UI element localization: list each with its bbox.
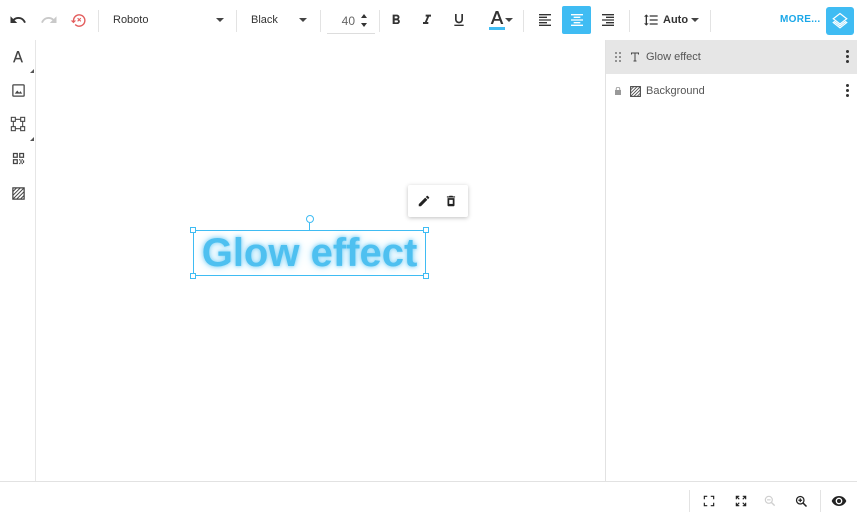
more-button[interactable]: MORE... xyxy=(780,14,820,25)
bottom-bar xyxy=(0,481,857,520)
submenu-corner-icon xyxy=(30,137,34,141)
font-family-value: Roboto xyxy=(113,14,149,26)
text-color-button[interactable] xyxy=(479,6,515,34)
line-height-value: Auto xyxy=(663,14,689,26)
image-tool-icon xyxy=(11,83,25,97)
zoom-out-button[interactable] xyxy=(761,492,779,510)
shape-tool-icon xyxy=(10,116,26,132)
chevron-down-icon xyxy=(691,18,699,22)
rotation-handle[interactable] xyxy=(306,215,314,223)
add-text-tool[interactable] xyxy=(9,48,27,66)
italic-icon xyxy=(423,14,431,24)
drag-handle-icon[interactable] xyxy=(615,52,621,62)
layer-name: Background xyxy=(646,85,705,97)
layers-icon xyxy=(832,12,848,29)
preview-button[interactable] xyxy=(830,492,848,510)
font-size-value: 40 xyxy=(341,14,355,28)
selection-floating-toolbar xyxy=(408,185,468,217)
qr-code-icon xyxy=(12,152,24,164)
undo-icon xyxy=(10,16,26,23)
layers-toggle-button[interactable] xyxy=(826,7,854,35)
resize-handle-top-left[interactable] xyxy=(190,227,196,233)
zoom-to-fit-button[interactable] xyxy=(732,492,750,510)
underline-icon xyxy=(454,14,464,26)
tool-rail xyxy=(0,40,36,481)
expand-icon xyxy=(735,495,747,507)
layers-panel: Glow effect Background xyxy=(605,40,857,481)
trash-icon xyxy=(446,195,456,207)
italic-button[interactable] xyxy=(415,6,439,34)
more-options-icon[interactable] xyxy=(846,50,850,64)
background-tool[interactable] xyxy=(9,184,27,202)
add-qr-code-tool[interactable] xyxy=(9,149,27,167)
zoom-out-icon xyxy=(764,495,776,507)
top-toolbar: Roboto Black 40 Auto MORE... xyxy=(0,0,857,40)
underline-button[interactable] xyxy=(447,6,471,34)
add-image-tool[interactable] xyxy=(9,81,27,99)
resize-handle-top-right[interactable] xyxy=(423,227,429,233)
text-color-icon xyxy=(489,11,505,30)
font-weight-dropdown[interactable]: Black xyxy=(251,8,307,32)
add-shape-tool[interactable] xyxy=(9,115,27,133)
rotation-handle-stem xyxy=(309,223,310,230)
align-left-icon xyxy=(539,14,551,26)
lock-icon xyxy=(615,87,621,95)
font-family-dropdown[interactable]: Roboto xyxy=(113,8,224,32)
bold-button[interactable] xyxy=(384,6,408,34)
chevron-down-icon xyxy=(505,18,513,22)
chevron-down-icon xyxy=(216,18,224,22)
align-center-icon xyxy=(570,14,583,26)
background-icon xyxy=(628,84,642,98)
decrement-arrow-icon[interactable] xyxy=(361,23,367,27)
resize-handle-bottom-right[interactable] xyxy=(423,273,429,279)
align-right-icon xyxy=(602,14,614,26)
fullscreen-icon xyxy=(703,495,715,507)
fit-to-screen-button[interactable] xyxy=(700,492,718,510)
history-reset-icon xyxy=(70,13,86,27)
layer-item[interactable]: Background xyxy=(606,74,857,108)
delete-element-button[interactable] xyxy=(443,193,459,209)
font-size-stepper[interactable]: 40 xyxy=(327,7,375,34)
line-height-icon xyxy=(644,14,658,26)
resize-handle-bottom-left[interactable] xyxy=(190,273,196,279)
align-right-button[interactable] xyxy=(594,6,622,34)
submenu-corner-icon xyxy=(30,69,34,73)
font-weight-value: Black xyxy=(251,14,278,26)
zoom-in-button[interactable] xyxy=(792,492,810,510)
redo-button[interactable] xyxy=(37,6,61,34)
background-tool-icon xyxy=(11,186,25,200)
layer-name: Glow effect xyxy=(646,51,701,63)
more-options-icon[interactable] xyxy=(846,84,850,98)
undo-button[interactable] xyxy=(6,6,30,34)
chevron-down-icon xyxy=(299,18,307,22)
reset-button[interactable] xyxy=(66,6,90,34)
text-tool-icon xyxy=(13,51,23,63)
increment-arrow-icon[interactable] xyxy=(361,14,367,18)
align-center-button[interactable] xyxy=(562,6,591,34)
line-height-dropdown[interactable]: Auto xyxy=(643,8,699,32)
selection-box xyxy=(193,230,426,276)
layer-item[interactable]: Glow effect xyxy=(606,40,857,74)
edit-text-button[interactable] xyxy=(416,193,432,209)
eye-icon xyxy=(831,496,847,506)
pencil-icon xyxy=(418,195,430,207)
bold-icon xyxy=(392,14,400,24)
zoom-in-icon xyxy=(795,495,807,507)
align-left-button[interactable] xyxy=(531,6,559,34)
redo-icon xyxy=(41,16,57,23)
text-icon xyxy=(628,50,642,64)
